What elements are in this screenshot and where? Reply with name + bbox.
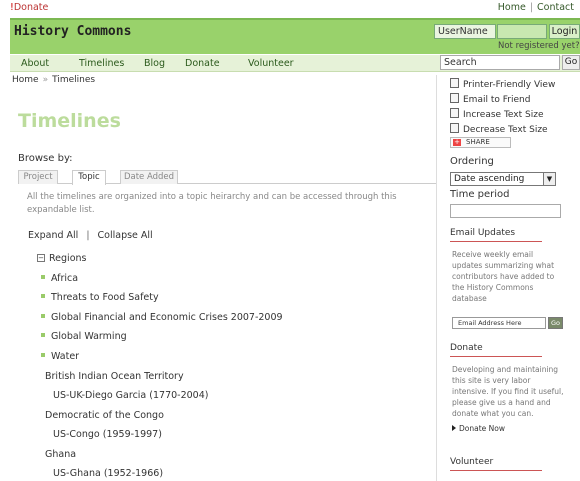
section-rule bbox=[450, 470, 542, 471]
regions-node[interactable]: − Regions bbox=[37, 253, 86, 264]
collapse-all-link[interactable]: Collapse All bbox=[98, 230, 153, 241]
collapse-minus-icon[interactable]: − bbox=[37, 254, 45, 262]
timeline-link[interactable]: US-Congo (1959-1997) bbox=[53, 429, 162, 440]
browse-tabs: Project Topic Date Added bbox=[18, 170, 436, 185]
expand-collapse-controls: Expand All | Collapse All bbox=[28, 230, 153, 241]
plus-icon: + bbox=[453, 138, 461, 146]
list-item[interactable]: Global Financial and Economic Crises 200… bbox=[41, 312, 283, 323]
not-registered-link[interactable]: Not registered yet? bbox=[498, 41, 580, 51]
intro-text-line-2: expandable list. bbox=[27, 205, 95, 215]
top-donate-label[interactable]: Donate bbox=[14, 2, 49, 13]
region-item-label[interactable]: Global Financial and Economic Crises 200… bbox=[51, 312, 283, 323]
ordering-label: Ordering bbox=[450, 156, 494, 167]
intro-text-line-1: All the timelines are organized into a t… bbox=[27, 192, 397, 202]
section-rule bbox=[450, 356, 542, 357]
top-links-separator: | bbox=[529, 2, 534, 13]
volunteer-heading: Volunteer bbox=[450, 457, 494, 467]
timeline-link[interactable]: US-Ghana (1952-1966) bbox=[53, 468, 163, 479]
column-divider bbox=[436, 75, 437, 481]
email-friend-label[interactable]: Email to Friend bbox=[463, 95, 530, 105]
country-heading: British Indian Ocean Territory bbox=[45, 371, 184, 382]
ordering-select[interactable]: Date ascending ▼ bbox=[450, 172, 556, 186]
email-go-button[interactable]: Go bbox=[548, 317, 563, 329]
donate-now-label[interactable]: Donate Now bbox=[459, 424, 505, 433]
password-input[interactable] bbox=[497, 24, 547, 39]
top-bar: !Donate Home | Contact bbox=[0, 0, 580, 16]
nav-item-donate[interactable]: Donate bbox=[185, 58, 220, 69]
decrease-text-icon bbox=[450, 123, 459, 133]
bullet-icon bbox=[41, 353, 45, 357]
email-friend-link[interactable]: Email to Friend bbox=[450, 93, 530, 105]
browse-by-label: Browse by: bbox=[18, 153, 73, 164]
donate-heading: Donate bbox=[450, 343, 483, 353]
username-input[interactable]: UserName bbox=[434, 24, 496, 39]
breadcrumb-separator: » bbox=[42, 75, 49, 85]
share-label[interactable]: SHARE bbox=[466, 138, 490, 146]
decrease-text-link[interactable]: Decrease Text Size bbox=[450, 123, 548, 135]
expand-separator: | bbox=[86, 230, 90, 241]
ordering-value[interactable]: Date ascending bbox=[454, 174, 524, 184]
timeline-link[interactable]: US-UK-Diego Garcia (1770-2004) bbox=[53, 390, 208, 401]
top-links: Home | Contact bbox=[498, 2, 574, 13]
email-updates-text: Receive weekly email updates summarizing… bbox=[452, 250, 555, 303]
share-button[interactable]: + SHARE bbox=[450, 137, 511, 148]
list-item[interactable]: Africa bbox=[41, 273, 78, 284]
region-item-label[interactable]: Africa bbox=[51, 273, 78, 284]
region-item-label[interactable]: Threats to Food Safety bbox=[51, 292, 159, 303]
email-updates-heading: Email Updates bbox=[450, 228, 516, 238]
time-period-label: Time period bbox=[450, 189, 510, 200]
increase-text-icon bbox=[450, 108, 459, 118]
tab-project[interactable]: Project bbox=[18, 170, 58, 184]
list-item[interactable]: Global Warming bbox=[41, 331, 127, 342]
regions-label[interactable]: Regions bbox=[49, 253, 86, 264]
login-button[interactable]: Login bbox=[549, 24, 580, 39]
printer-friendly-link[interactable]: Printer-Friendly View bbox=[450, 78, 555, 90]
breadcrumb-current[interactable]: Timelines bbox=[52, 75, 95, 85]
site-header: History Commons UserName Login Not regis… bbox=[10, 18, 580, 54]
tab-date-added[interactable]: Date Added bbox=[120, 170, 178, 184]
nav-item-about[interactable]: About bbox=[21, 58, 49, 69]
region-item-label[interactable]: Global Warming bbox=[51, 331, 127, 342]
expand-all-link[interactable]: Expand All bbox=[28, 230, 78, 241]
nav-item-blog[interactable]: Blog bbox=[144, 58, 165, 69]
donate-now-link[interactable]: Donate Now bbox=[452, 424, 505, 433]
section-rule bbox=[450, 241, 542, 242]
time-period-input[interactable] bbox=[450, 204, 561, 218]
search-input[interactable]: Search bbox=[440, 55, 560, 70]
bullet-icon bbox=[41, 294, 45, 298]
chevron-down-icon[interactable]: ▼ bbox=[543, 173, 555, 185]
main-nav: About Timelines Blog Donate Volunteer Se… bbox=[10, 55, 580, 72]
increase-text-label[interactable]: Increase Text Size bbox=[463, 110, 544, 120]
bullet-icon bbox=[41, 314, 45, 318]
arrow-right-icon bbox=[452, 425, 456, 431]
top-donate-link[interactable]: !Donate bbox=[10, 2, 48, 13]
list-item[interactable]: Water bbox=[41, 351, 79, 362]
donate-text: Developing and maintaining this site is … bbox=[452, 365, 564, 418]
region-item-label[interactable]: Water bbox=[51, 351, 79, 362]
site-logo[interactable]: History Commons bbox=[14, 24, 131, 39]
bullet-icon bbox=[41, 275, 45, 279]
printer-icon bbox=[450, 78, 459, 88]
contact-link[interactable]: Contact bbox=[537, 2, 574, 13]
nav-item-timelines[interactable]: Timelines bbox=[79, 58, 124, 69]
list-item[interactable]: Threats to Food Safety bbox=[41, 292, 159, 303]
breadcrumb-home[interactable]: Home bbox=[12, 75, 39, 85]
search-go-button[interactable]: Go bbox=[562, 55, 580, 70]
email-address-input[interactable]: Email Address Here bbox=[452, 317, 546, 329]
increase-text-link[interactable]: Increase Text Size bbox=[450, 108, 544, 120]
tab-topic[interactable]: Topic bbox=[72, 170, 106, 185]
breadcrumb: Home» Timelines bbox=[12, 75, 95, 85]
printer-friendly-label[interactable]: Printer-Friendly View bbox=[463, 80, 555, 90]
home-link[interactable]: Home bbox=[498, 2, 526, 13]
bullet-icon bbox=[41, 333, 45, 337]
country-heading: Ghana bbox=[45, 449, 77, 460]
email-icon bbox=[450, 93, 459, 103]
page-title: Timelines bbox=[18, 110, 121, 132]
nav-item-volunteer[interactable]: Volunteer bbox=[248, 58, 294, 69]
decrease-text-label[interactable]: Decrease Text Size bbox=[463, 125, 548, 135]
intro-text: All the timelines are organized into a t… bbox=[27, 191, 407, 217]
country-heading: Democratic of the Congo bbox=[45, 410, 164, 421]
